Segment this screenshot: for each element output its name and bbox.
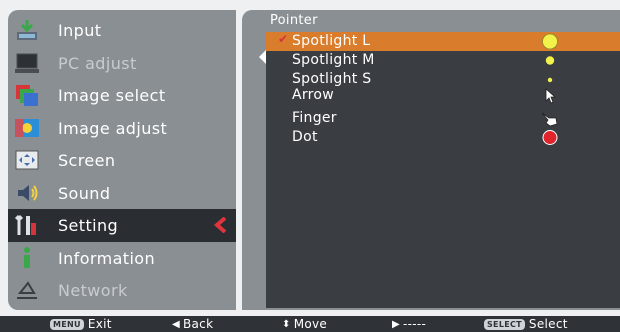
left-triangle-icon: ◀: [172, 318, 180, 330]
sound-icon: [18, 184, 38, 201]
back-label: Back: [183, 317, 214, 331]
finger-pointer-icon: [541, 112, 558, 127]
checkmark-icon: ✔: [278, 32, 289, 46]
menu-item-image-adjust[interactable]: Image adjust: [8, 112, 236, 145]
menu-item-image-select[interactable]: Image select: [8, 79, 236, 112]
menu-item-label: Network: [58, 281, 128, 300]
menu-item-label: Information: [58, 248, 156, 268]
arrow-pointer-icon: [545, 88, 557, 104]
option-label: Spotlight M: [292, 52, 375, 68]
exit-hint: MENU Exit: [50, 317, 112, 331]
exit-label: Exit: [87, 317, 112, 331]
menu-item-input[interactable]: Input: [8, 14, 236, 47]
chevron-left-icon: [214, 217, 227, 233]
right-triangle-icon: ▶: [392, 318, 400, 330]
menu-item-information[interactable]: Information: [8, 242, 236, 275]
next-label: -----: [403, 317, 427, 331]
submenu-title: Pointer: [270, 13, 318, 28]
information-icon: [24, 246, 30, 268]
menu-item-screen[interactable]: Screen: [8, 144, 236, 177]
option-label: Finger: [292, 110, 337, 126]
options-list: ✔ Spotlight L Spotlight M Spotlight S Ar…: [266, 32, 620, 308]
select-label: Select: [528, 317, 568, 331]
image-adjust-icon: [15, 118, 39, 137]
main-menu: Input PC adjust Image select Image adjus…: [8, 10, 236, 310]
menu-item-sound[interactable]: Sound: [8, 177, 236, 210]
option-label: Dot: [292, 129, 318, 145]
option-label: Arrow: [292, 87, 335, 103]
option-finger[interactable]: Finger: [266, 109, 620, 128]
medium-yellow-circle-icon: [545, 56, 555, 65]
menu-item-label: PC adjust: [58, 53, 137, 73]
pc-adjust-icon: [15, 53, 39, 73]
setting-icon: [14, 214, 36, 235]
menu-item-label: Screen: [58, 151, 116, 170]
bottom-guide-bar: MENU Exit ◀ Back ⬍ Move ▶ ----- SELECT S…: [0, 316, 620, 332]
select-hint: SELECT Select: [484, 317, 568, 331]
image-select-icon: [16, 85, 38, 106]
option-spotlight-m[interactable]: Spotlight M: [266, 51, 620, 70]
pointer-submenu: Pointer ✔ Spotlight L Spotlight M Spotli…: [242, 10, 620, 310]
menu-item-setting[interactable]: Setting: [8, 209, 236, 242]
option-label: Spotlight S: [292, 71, 372, 87]
back-hint: ◀ Back: [172, 317, 213, 331]
menu-key-icon: MENU: [50, 318, 84, 330]
next-hint: ▶ -----: [392, 317, 426, 331]
menu-item-label: Setting: [58, 216, 119, 235]
screen-icon: [15, 150, 39, 170]
menu-item-label: Image adjust: [58, 118, 168, 138]
menu-item-label: Input: [58, 21, 102, 40]
large-yellow-circle-icon: [542, 33, 558, 50]
option-label: Spotlight L: [292, 33, 371, 49]
move-label: Move: [293, 317, 328, 331]
move-hint: ⬍ Move: [282, 317, 327, 331]
select-key-icon: SELECT: [484, 318, 525, 330]
red-dot-icon: [542, 130, 558, 145]
menu-item-pc-adjust[interactable]: PC adjust: [8, 47, 236, 80]
up-down-arrows-icon: ⬍: [282, 318, 291, 330]
menu-item-label: Sound: [58, 183, 111, 203]
option-spotlight-l[interactable]: ✔ Spotlight L: [266, 32, 620, 51]
menu-item-label: Image select: [58, 86, 166, 105]
option-arrow[interactable]: Arrow: [266, 86, 620, 105]
option-dot[interactable]: Dot: [266, 128, 620, 147]
network-icon: [17, 281, 37, 299]
input-icon: [17, 20, 37, 40]
menu-item-network[interactable]: Network: [8, 274, 236, 307]
